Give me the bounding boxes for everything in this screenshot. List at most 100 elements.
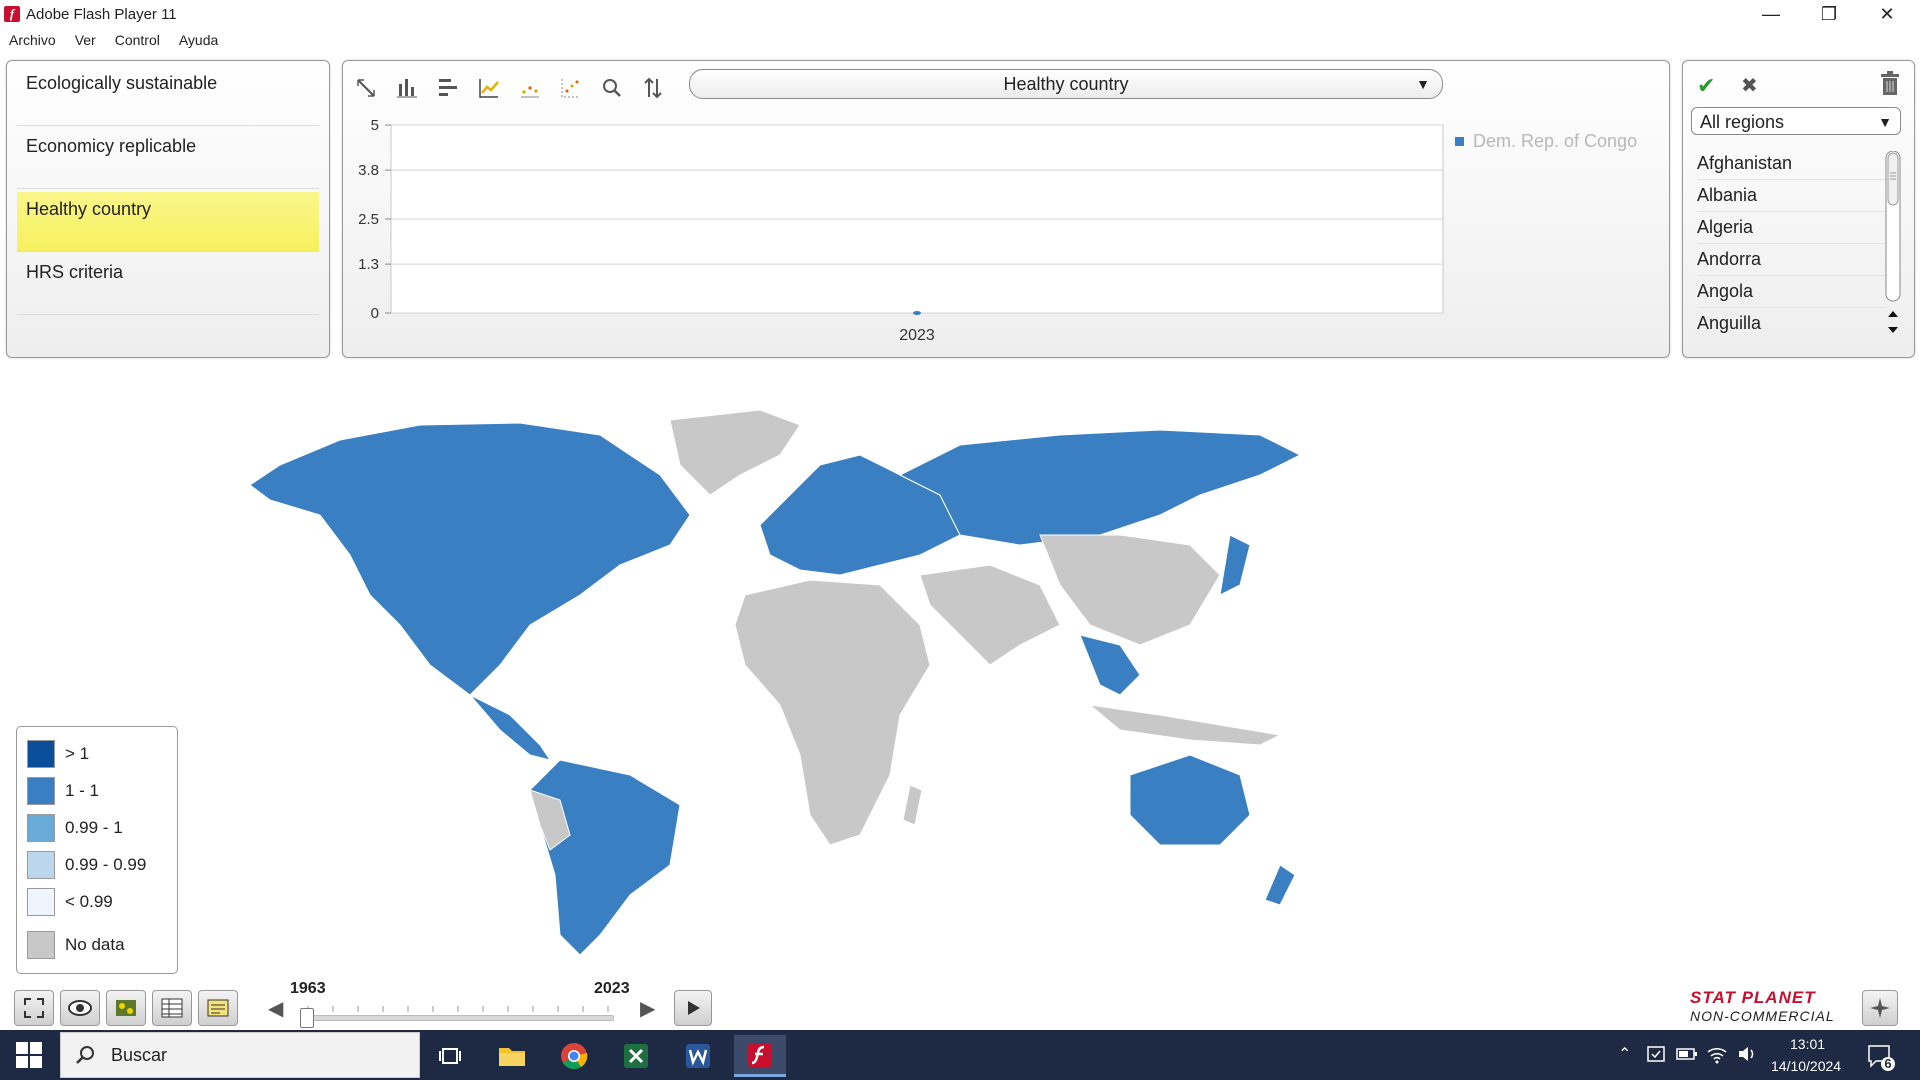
- map-middle-east: [919, 564, 1061, 666]
- country-list-scrollbar[interactable]: [1885, 150, 1901, 341]
- chrome-icon[interactable]: [548, 1035, 600, 1077]
- tray-battery-icon[interactable]: [1676, 1046, 1698, 1067]
- tray-wifi-icon[interactable]: [1706, 1044, 1728, 1069]
- statplanet-license: NON-COMMERCIAL: [1690, 1008, 1835, 1024]
- windows-start-icon[interactable]: [16, 1042, 42, 1073]
- statplanet-logo: STAT PLANET: [1690, 988, 1816, 1007]
- indicator-panel: Ecologically sustainable Economicy repli…: [6, 60, 330, 358]
- notification-count-badge: 6: [1884, 1056, 1892, 1071]
- map-africa: [734, 579, 931, 846]
- legend-item-gt1: > 1: [27, 739, 89, 769]
- map-indonesia: [1088, 704, 1282, 746]
- map-south-america: [529, 759, 681, 955]
- menu-bar: Archivo Ver Control Ayuda: [0, 30, 228, 52]
- indicator-hrs-criteria[interactable]: HRS criteria: [17, 255, 319, 315]
- task-view-icon[interactable]: [424, 1035, 476, 1077]
- map-greenland: [669, 409, 801, 496]
- window-title: Adobe Flash Player 11: [26, 6, 177, 23]
- timeline-end-year: 2023: [594, 980, 630, 997]
- legend-swatch: [27, 851, 55, 879]
- country-algeria[interactable]: Algeria: [1697, 211, 1887, 244]
- legend-item-1-1: 1 - 1: [27, 776, 99, 806]
- y-tick-label: 2.5: [358, 211, 379, 228]
- indicator-ecologically-sustainable[interactable]: Ecologically sustainable: [17, 66, 319, 126]
- taskbar-search-input[interactable]: Buscar: [60, 1032, 420, 1078]
- map-north-america: [249, 422, 691, 696]
- legend-item-lt099: < 0.99: [27, 887, 113, 917]
- world-map[interactable]: [200, 395, 1660, 955]
- map-japan: [1219, 534, 1251, 596]
- tray-volume-icon[interactable]: [1736, 1044, 1758, 1069]
- country-anguilla[interactable]: Anguilla: [1697, 307, 1887, 339]
- timeline-prev-icon[interactable]: ◀: [268, 996, 283, 1021]
- flash-app-icon: f: [4, 6, 20, 22]
- map-central-america: [469, 694, 552, 761]
- eye-button[interactable]: [60, 990, 100, 1026]
- restore-icon[interactable]: ❐: [1800, 0, 1858, 28]
- minimize-icon[interactable]: —: [1742, 0, 1800, 28]
- flash-player-icon[interactable]: [734, 1035, 786, 1077]
- tray-chevron-up-icon[interactable]: ⌃: [1618, 1044, 1631, 1064]
- map-se-asia: [1079, 634, 1141, 696]
- map-legend: > 1 1 - 1 0.99 - 1 0.99 - 0.99 < 0.99 No…: [16, 726, 178, 974]
- table-view-button[interactable]: [152, 990, 192, 1026]
- chart-panel: Healthy country ▼ 5 3.8 2.5 1.3 0 2023 Dem. Re…: [342, 60, 1670, 358]
- legend-item-099-099: 0.99 - 0.99: [27, 850, 146, 880]
- clear-x-icon[interactable]: ✖: [1741, 73, 1758, 98]
- menu-control[interactable]: Control: [106, 30, 170, 52]
- chart-plot: 5 3.8 2.5 1.3 0 2023 Dem. Rep. of Congo: [358, 117, 1637, 344]
- indicator-healthy-country[interactable]: Healthy country: [17, 192, 319, 252]
- taskbar-clock-time[interactable]: 13:01: [1790, 1036, 1825, 1052]
- map-australia: [1129, 754, 1251, 846]
- legend-series-label: Dem. Rep. of Congo: [1473, 131, 1637, 151]
- country-albania[interactable]: Albania: [1697, 179, 1887, 212]
- country-afghanistan[interactable]: Afghanistan: [1697, 147, 1887, 180]
- region-panel: ✔ ✖ All regions ▼ Afghanistan Albania Al…: [1682, 60, 1915, 358]
- tray-security-icon[interactable]: [1646, 1044, 1666, 1069]
- x-tick-label: 2023: [899, 327, 935, 344]
- play-button[interactable]: [674, 990, 712, 1026]
- file-explorer-icon[interactable]: [486, 1035, 538, 1077]
- legend-swatch: [27, 931, 55, 959]
- timeline-start-year: 1963: [290, 980, 326, 997]
- country-andorra[interactable]: Andorra: [1697, 243, 1887, 276]
- region-select-value: All regions: [1700, 112, 1785, 132]
- fullscreen-button[interactable]: [14, 990, 54, 1026]
- indicator-economicy-replicable[interactable]: Economicy replicable: [17, 129, 319, 189]
- region-select[interactable]: All regions ▼: [1691, 107, 1901, 135]
- taskbar-clock-date[interactable]: 14/10/2024: [1771, 1058, 1841, 1074]
- legend-label: 0.99 - 0.99: [65, 855, 147, 874]
- y-tick-label: 5: [371, 117, 379, 134]
- y-tick-label: 3.8: [358, 162, 379, 179]
- map-new-zealand: [1264, 864, 1296, 906]
- legend-item-nodata: No data: [27, 930, 125, 960]
- check-icon[interactable]: ✔: [1697, 73, 1715, 99]
- menu-ayuda[interactable]: Ayuda: [170, 30, 228, 52]
- data-point: [913, 311, 921, 315]
- legend-item-099-1: 0.99 - 1: [27, 813, 123, 843]
- title-bar: [0, 0, 1920, 28]
- legend-label: < 0.99: [65, 892, 113, 911]
- map-madagascar: [902, 784, 923, 826]
- taskbar-search-placeholder: Buscar: [111, 1045, 168, 1065]
- map-russia: [898, 429, 1302, 546]
- y-tick-label: 0: [371, 305, 379, 322]
- legend-label: 0.99 - 1: [65, 818, 123, 837]
- compass-icon[interactable]: [1862, 990, 1898, 1026]
- map-view-button[interactable]: [106, 990, 146, 1026]
- notes-button[interactable]: [198, 990, 238, 1026]
- close-icon[interactable]: ✕: [1858, 0, 1916, 28]
- word-icon[interactable]: [672, 1035, 724, 1077]
- menu-ver[interactable]: Ver: [66, 30, 106, 52]
- legend-swatch: [27, 814, 55, 842]
- country-angola[interactable]: Angola: [1697, 275, 1887, 308]
- menu-archivo[interactable]: Archivo: [0, 30, 66, 52]
- excel-icon[interactable]: [610, 1035, 662, 1077]
- timeline-next-icon[interactable]: ▶: [640, 996, 655, 1021]
- trash-icon[interactable]: [1879, 71, 1901, 102]
- timeline-thumb[interactable]: [300, 1008, 314, 1028]
- timeline-slider[interactable]: [306, 1015, 614, 1021]
- legend-label: No data: [65, 935, 125, 954]
- search-icon: [74, 1044, 96, 1071]
- legend-swatch: [27, 888, 55, 916]
